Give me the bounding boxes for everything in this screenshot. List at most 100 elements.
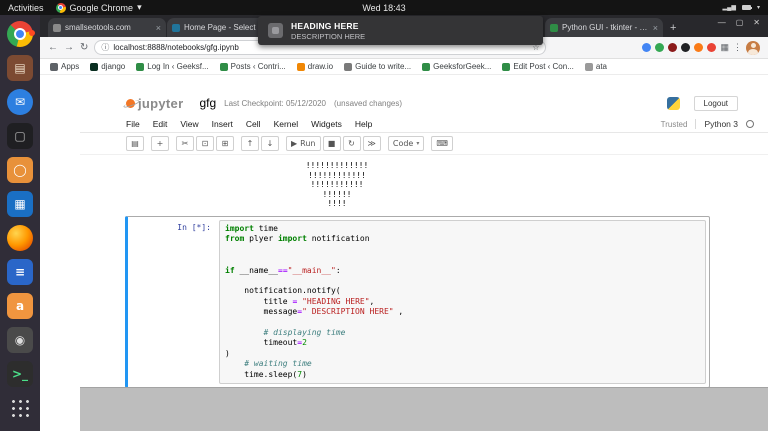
calc-app-icon: ▦ [7,191,33,217]
output-line: !!!!!!!!!!! [310,180,364,190]
menu-kernel[interactable]: Kernel [274,119,299,129]
dock-item-screenshot-app[interactable]: ▢ [4,121,36,151]
browser-tab[interactable]: smallseotools.com × [48,18,166,37]
network-icon: ▂▄▆ [722,5,736,11]
tab-label: Python GUI - tkinter - G... [562,23,649,32]
ubuntu-top-bar: Activities Google Chrome ▾ Wed 18:43 ▂▄▆… [0,0,768,15]
code-line: message=" DESCRIPTION HERE" , [225,307,404,317]
run-button[interactable]: ▶ Run [286,136,321,151]
toolbar-group: ▶ Run ■ ↻ ≫ [286,136,381,151]
menu-insert[interactable]: Insert [212,119,233,129]
dock-item-mail-app[interactable]: ✉ [4,87,36,117]
notification-description: DESCRIPTION HERE [291,31,366,41]
add-cell-button-icon: + [156,139,164,148]
avatar[interactable] [746,40,760,55]
ext-orange-icon[interactable] [694,43,704,52]
system-indicators[interactable]: ▂▄▆ ▾ [722,4,760,11]
ext-red-icon[interactable] [707,43,717,52]
menu-help[interactable]: Help [355,119,372,129]
maximize-button[interactable]: ▢ [736,18,744,27]
notification-app-icon [268,23,283,38]
cell-type-select[interactable]: Code ▾ [387,136,425,151]
command-palette-button[interactable]: ⌨ [431,136,453,151]
ext-dark-icon[interactable] [681,43,691,52]
code-cell[interactable]: In [*]: import time from plyer import not… [125,215,710,389]
activities-button[interactable]: Activities [8,3,44,13]
cut-cell-button[interactable]: ✂ [176,136,194,151]
dock-item-terminal[interactable]: >_ [4,359,36,389]
cut-cell-button-icon: ✂ [181,139,189,148]
apps-grid-icon[interactable]: ▦ [720,42,729,53]
dock-item-software-store[interactable]: ◯ [4,155,36,185]
bookmark-item[interactable]: ata [584,62,607,71]
menu-items: File Edit View Insert Cell Kernel Widgets Help [126,119,372,129]
site-info-icon[interactable]: ⓘ [101,42,109,53]
minimize-button[interactable]: — [718,18,726,27]
divider [695,119,697,129]
tab-favicon [172,23,180,32]
dock-item-firefox[interactable] [4,223,36,253]
ext-maroon-icon[interactable] [668,43,678,52]
logout-button[interactable]: Logout [693,95,738,111]
menu-view[interactable]: View [180,119,198,129]
bookmark-favicon [136,62,145,71]
desktop-notification[interactable]: HEADING HERE DESCRIPTION HERE [258,16,543,45]
bookmark-item[interactable]: Posts ‹ Contri... [219,62,286,71]
copy-cell-button[interactable]: ⊡ [196,136,214,151]
stop-button[interactable]: ■ [322,136,341,151]
close-button[interactable]: ✕ [753,18,760,27]
bookmark-favicon [296,62,305,71]
dock-item-calc-app[interactable]: ▦ [4,189,36,219]
restart-run-all-button[interactable]: ≫ [362,136,381,151]
window-controls: — ▢ ✕ [718,18,760,27]
reload-button[interactable]: ↻ [80,42,88,53]
bookmark-item[interactable]: GeeksforGeek... [422,62,491,71]
output-line: !!!! [327,199,347,209]
menu-cell[interactable]: Cell [246,119,261,129]
dock-item-chrome[interactable] [4,19,36,49]
menu-file[interactable]: File [126,119,140,129]
trusted-badge[interactable]: Trusted [661,120,688,129]
bookmark-favicon [422,62,431,71]
code-line: notification.notify( [225,286,341,296]
bookmark-item[interactable]: Guide to write... [344,62,411,71]
bookmark-item[interactable]: Log In ‹ Geeksf... [136,62,209,71]
new-tab-button[interactable]: + [670,22,676,34]
menu-edit[interactable]: Edit [153,119,168,129]
bookmark-item[interactable]: Apps [50,62,79,71]
bookmark-item[interactable]: draw.io [296,62,333,71]
checkpoint-text: Last Checkpoint: 05/12/2020 [224,98,326,108]
battery-icon [741,5,752,10]
bookmark-item[interactable]: Edit Post ‹ Con... [502,62,574,71]
tab-favicon [550,23,558,32]
ext-green-icon[interactable] [655,43,665,52]
back-button[interactable]: ← [48,42,58,53]
tab-close-icon[interactable]: × [653,23,658,33]
jupyter-logo[interactable]: jupyter [126,96,183,111]
move-down-button[interactable]: ↓ [261,136,279,151]
dock-item-amazon[interactable]: a [4,291,36,321]
toolbar-group: ⌨ [431,136,453,151]
code-editor[interactable]: import time from plyer import notificatio… [219,219,706,385]
paste-cell-button[interactable]: ⊞ [216,136,234,151]
save-button[interactable]: ▤ [126,136,144,151]
dock-item-camera[interactable]: ◉ [4,325,36,355]
dock-item-files[interactable]: ▤ [4,53,36,83]
restart-kernel-button[interactable]: ↻ [342,136,361,151]
menu-widgets[interactable]: Widgets [311,119,342,129]
app-menu[interactable]: Google Chrome ▾ [55,2,142,13]
notebook-title[interactable]: gfg [199,96,216,110]
ext-blue-icon[interactable] [642,43,652,52]
browser-menu-icon[interactable]: ⋮ [733,42,742,53]
dock-item-libreoffice-writer[interactable]: ≡ [4,257,36,287]
kernel-name: Python 3 [704,119,738,129]
bookmark-item[interactable]: django [90,62,125,71]
forward-button[interactable]: → [64,42,74,53]
add-cell-button[interactable]: + [151,136,169,151]
tab-close-icon[interactable]: × [156,23,161,33]
toolbar-group: + [151,136,169,151]
browser-tab[interactable]: Python GUI - tkinter - G... × [545,18,663,37]
dock-item-show-applications[interactable] [4,393,36,423]
move-up-button[interactable]: ↑ [241,136,259,151]
